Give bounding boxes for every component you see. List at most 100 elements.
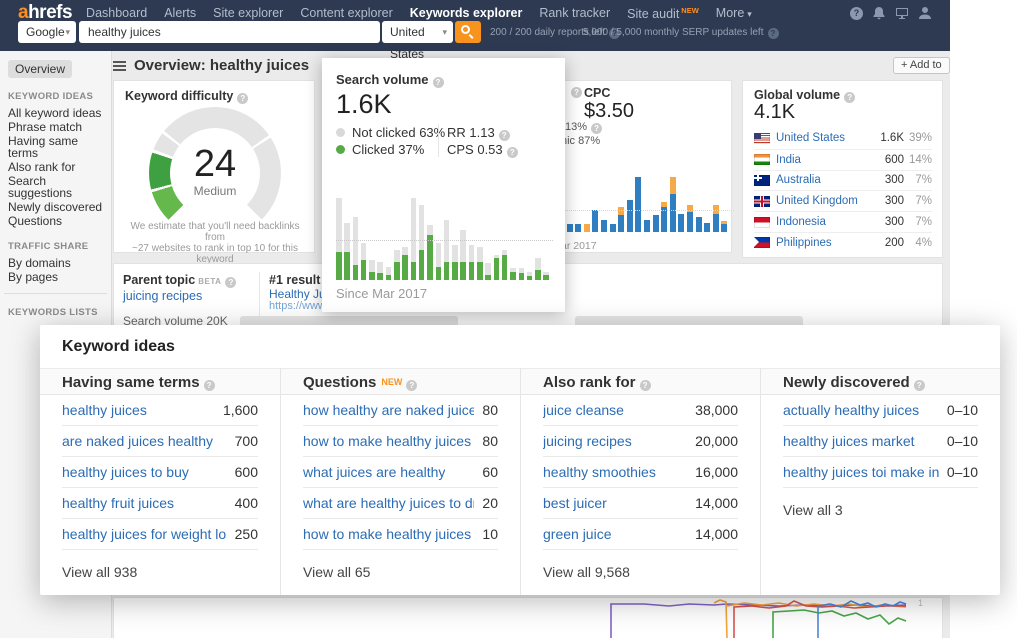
- sidebar-item-newly-discovered[interactable]: Newly discovered: [0, 200, 111, 214]
- country-link[interactable]: Australia: [776, 174, 821, 186]
- keyword-link[interactable]: healthy smoothies: [543, 464, 656, 480]
- keyword-link[interactable]: healthy juices market: [783, 433, 915, 449]
- keyword-row: are naked juices healthy 700: [62, 426, 258, 457]
- help-icon[interactable]: [203, 380, 215, 391]
- position-history-chart[interactable]: [114, 598, 942, 638]
- keyword-link[interactable]: are naked juices healthy: [62, 433, 213, 449]
- keyword-row: healthy juices market 0–10: [783, 426, 978, 457]
- help-icon[interactable]: [639, 380, 651, 391]
- help-icon[interactable]: [767, 28, 779, 39]
- keyword-ideas-title: Keyword ideas: [62, 338, 175, 355]
- sidebar-item-all-keyword-ideas[interactable]: All keyword ideas: [0, 106, 111, 120]
- cpc-label: CPC: [584, 86, 611, 100]
- view-all-link[interactable]: View all 9,568: [543, 564, 738, 580]
- global-volume-value: 4.1K: [754, 101, 796, 123]
- view-all-link[interactable]: View all 3: [783, 502, 978, 518]
- engine-value: Google: [26, 25, 65, 39]
- keyword-link[interactable]: healthy juices to buy: [62, 464, 189, 480]
- sidebar-item-questions[interactable]: Questions: [0, 214, 111, 228]
- help-icon[interactable]: [225, 277, 237, 288]
- keyword-link[interactable]: what juices are healthy: [303, 464, 445, 480]
- view-all-link[interactable]: View all 938: [62, 564, 258, 580]
- column-header: Also rank for: [521, 368, 760, 395]
- country-link[interactable]: Philippines: [776, 237, 832, 249]
- screen: ahrefs Dashboard Alerts Site explorer Co…: [0, 0, 1017, 638]
- monitor-icon[interactable]: [895, 6, 909, 20]
- sidebar-item-also-rank-for[interactable]: Also rank for: [0, 160, 111, 174]
- page-title: Overview: healthy juices: [134, 57, 310, 74]
- help-icon[interactable]: [571, 87, 582, 98]
- country-link[interactable]: Indonesia: [776, 216, 826, 228]
- keyword-link[interactable]: what are healthy juices to drink: [303, 495, 474, 511]
- keyword-link[interactable]: juicing recipes: [543, 433, 632, 449]
- keyword-link[interactable]: healthy fruit juices: [62, 495, 174, 511]
- sidebar-heading-keyword-ideas: KEYWORD IDEAS: [8, 91, 94, 102]
- help-icon[interactable]: [913, 380, 925, 391]
- country-volume: 300: [884, 195, 904, 208]
- sidebar-item-by-pages[interactable]: By pages: [0, 270, 111, 284]
- country-share: 7%: [915, 195, 932, 208]
- country-share: 4%: [915, 236, 932, 249]
- country-share: 14%: [908, 153, 932, 166]
- philippines-flag-icon: [754, 237, 770, 249]
- sidebar-item-search-suggestions[interactable]: Search suggestions: [0, 174, 111, 200]
- keyword-link[interactable]: juice cleanse: [543, 402, 624, 418]
- keyword-ideas-overlay: Keyword ideas Having same terms healthy …: [40, 325, 1000, 595]
- country-link[interactable]: United Kingdom: [776, 195, 858, 207]
- keyword-link[interactable]: how to make healthy juices at home: [303, 526, 474, 542]
- country-select[interactable]: United States ▾: [382, 21, 453, 61]
- keyword-link[interactable]: how healthy are naked juices: [303, 402, 474, 418]
- keyword-volume: 0–10: [946, 402, 978, 418]
- view-all-link[interactable]: View all 65: [303, 564, 498, 580]
- clicks-trend-chart[interactable]: [558, 174, 734, 232]
- keyword-row: what juices are healthy 60: [303, 457, 498, 488]
- country-row: India 600 14%: [754, 148, 932, 170]
- parent-topic-link[interactable]: juicing recipes: [123, 289, 202, 303]
- keyword-link[interactable]: how to make healthy juices: [303, 433, 471, 449]
- rr-cps-block: RR 1.13 CPS 0.53: [447, 124, 518, 158]
- add-to-button[interactable]: + Add to: [893, 57, 950, 74]
- keyword-row: healthy juices for weight loss 250: [62, 519, 258, 550]
- hamburger-icon[interactable]: [113, 61, 126, 63]
- search-volume-trend-chart[interactable]: [336, 192, 553, 280]
- keyword-volume: 0–10: [946, 433, 978, 449]
- keyword-row: actually healthy juices 0–10: [783, 395, 978, 426]
- keyword-volume: 20,000: [695, 433, 738, 449]
- search-bar: Google▾ United States▾ 200 / 200 daily r…: [0, 20, 950, 61]
- help-icon[interactable]: [406, 380, 418, 391]
- help-icon[interactable]: [850, 6, 863, 20]
- chevron-down-icon: ▾: [65, 27, 70, 37]
- bell-icon[interactable]: [872, 6, 886, 20]
- clicks-per-search: CPS 0.53: [447, 141, 518, 158]
- sidebar-item-having-same-terms[interactable]: Having same terms: [0, 134, 111, 160]
- nav-menu-row: ahrefs Dashboard Alerts Site explorer Co…: [0, 0, 950, 23]
- keyword-link[interactable]: healthy juices toi make in juicer: [783, 464, 939, 480]
- search-button[interactable]: [455, 21, 481, 43]
- keyword-link[interactable]: healthy juices for weight loss: [62, 526, 227, 542]
- help-icon[interactable]: [506, 147, 518, 158]
- help-icon[interactable]: [498, 130, 510, 141]
- user-icon[interactable]: [918, 6, 932, 20]
- keyword-row: best juicer 14,000: [543, 488, 738, 519]
- help-icon[interactable]: [844, 92, 856, 103]
- keyword-link[interactable]: green juice: [543, 526, 612, 542]
- sidebar-item-phrase-match[interactable]: Phrase match: [0, 120, 111, 134]
- kd-value: 24: [193, 143, 237, 185]
- country-link[interactable]: India: [776, 154, 801, 166]
- help-icon[interactable]: [591, 123, 603, 134]
- country-link[interactable]: United States: [776, 132, 845, 144]
- help-icon[interactable]: [237, 93, 249, 104]
- keyword-link[interactable]: healthy juices: [62, 402, 147, 418]
- sidebar-item-overview[interactable]: Overview: [8, 60, 73, 78]
- help-icon[interactable]: [432, 77, 444, 88]
- keyword-row: what are healthy juices to drink 20: [303, 488, 498, 519]
- keyword-link[interactable]: best juicer: [543, 495, 607, 511]
- country-volume: 300: [884, 216, 904, 229]
- keyword-link[interactable]: actually healthy juices: [783, 402, 919, 418]
- keyword-input[interactable]: [79, 21, 380, 43]
- clicks-legend: Not clicked 63% Clicked 37%: [336, 124, 445, 158]
- nav-icon-group: [850, 6, 932, 20]
- engine-select[interactable]: Google ▾: [18, 21, 76, 43]
- sidebar-item-by-domains[interactable]: By domains: [0, 256, 111, 270]
- country-volume: 1.6K: [880, 132, 904, 145]
